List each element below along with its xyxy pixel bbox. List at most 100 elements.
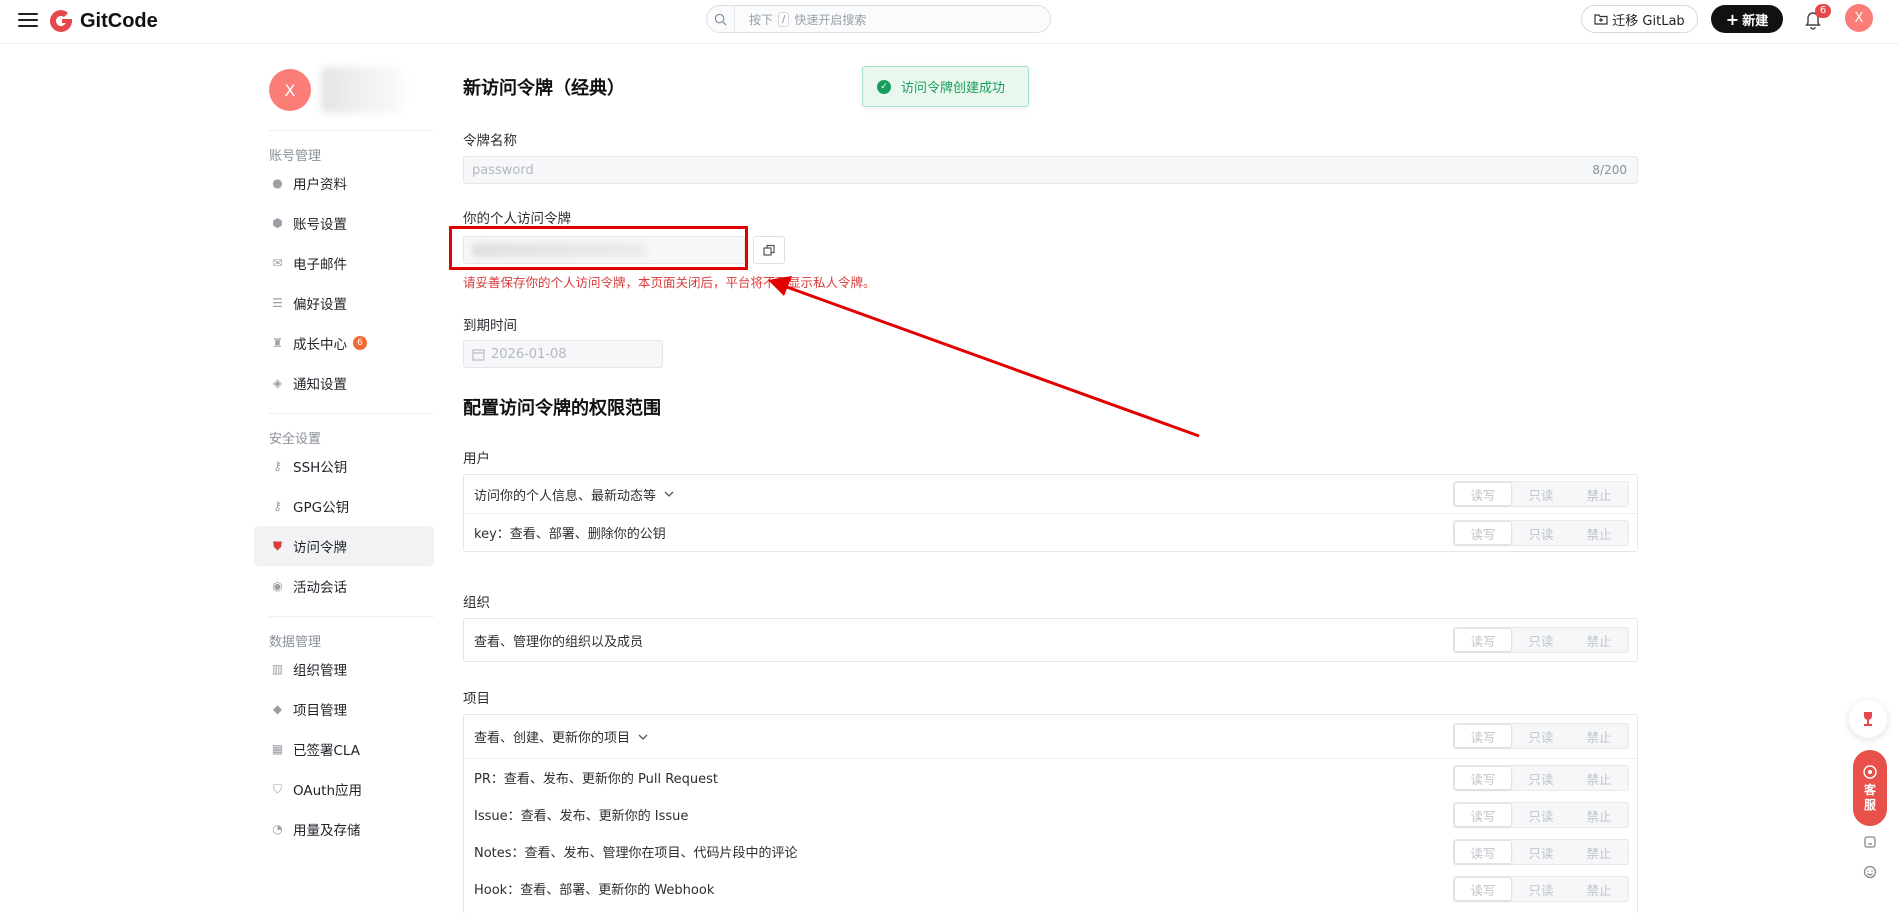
perm-read-only[interactable]: 只读 bbox=[1512, 482, 1570, 506]
token-warning-text: 请妥善保存你的个人访问令牌，本页面关闭后，平台将不再显示私人令牌。 bbox=[463, 275, 876, 290]
headset-icon bbox=[1863, 764, 1877, 779]
perm-read-only[interactable]: 只读 bbox=[1512, 724, 1570, 748]
perm-read-write[interactable]: 读写 bbox=[1454, 840, 1512, 864]
sidebar-item-label: GPG公钥 bbox=[293, 500, 350, 516]
annotation-highlight-box bbox=[449, 226, 748, 270]
cla-icon: ▦ bbox=[271, 742, 284, 756]
sidebar-item-projects[interactable]: ◆ 项目管理 bbox=[254, 689, 434, 729]
scope-row[interactable]: 访问你的个人信息、最新动态等 读写 只读 禁止 bbox=[464, 475, 1637, 513]
perm-read-write[interactable]: 读写 bbox=[1454, 521, 1512, 545]
token-name-input[interactable]: password 8/200 bbox=[463, 156, 1638, 184]
sidebar-item-label: 成长中心 bbox=[293, 337, 347, 353]
chevron-down-icon[interactable] bbox=[638, 732, 648, 742]
search-icon bbox=[707, 6, 735, 32]
user-avatar[interactable]: X bbox=[1845, 4, 1873, 32]
scope-row-label: PR：查看、发布、更新你的 Pull Request bbox=[474, 772, 719, 787]
scope-row-label: Issue：查看、发布、更新你的 Issue bbox=[474, 809, 689, 824]
sidebar-item-signed-cla[interactable]: ▦ 已签署CLA bbox=[254, 729, 434, 769]
gear-icon: ⬢ bbox=[272, 216, 283, 230]
service-label-1: 客 bbox=[1863, 782, 1876, 797]
sidebar-item-sessions[interactable]: ◉ 活动会话 bbox=[254, 566, 434, 606]
top-navigation-bar: GitCode 按下 / 快速开启搜索 迁移 GitLab + 新建 6 X bbox=[0, 0, 1899, 44]
perm-read-only[interactable]: 只读 bbox=[1512, 628, 1570, 652]
permission-selector: 读写 只读 禁止 bbox=[1453, 876, 1629, 902]
sidebar-item-profile[interactable]: ● 用户资料 bbox=[254, 163, 434, 203]
copy-token-button[interactable] bbox=[753, 236, 785, 264]
permission-selector: 读写 只读 禁止 bbox=[1453, 520, 1629, 546]
customer-service-button[interactable]: 客 服 bbox=[1853, 750, 1887, 826]
sidebar-item-oauth-apps[interactable]: ⛉ OAuth应用 bbox=[254, 769, 434, 809]
sidebar-item-label: 组织管理 bbox=[293, 663, 347, 679]
chevron-down-icon[interactable] bbox=[664, 489, 674, 499]
token-name-label: 令牌名称 bbox=[463, 133, 517, 149]
migrate-gitlab-button[interactable]: 迁移 GitLab bbox=[1581, 5, 1698, 33]
perm-read-only[interactable]: 只读 bbox=[1512, 840, 1570, 864]
sidebar-item-access-tokens[interactable]: ⛊ 访问令牌 bbox=[254, 526, 434, 566]
sidebar-item-label: 访问令牌 bbox=[293, 540, 347, 556]
sidebar-item-label: 用户资料 bbox=[293, 177, 347, 193]
perm-read-only[interactable]: 只读 bbox=[1512, 521, 1570, 545]
check-circle-icon: ✓ bbox=[877, 79, 891, 94]
pie-chart-icon: ◔ bbox=[272, 822, 283, 836]
perm-read-write[interactable]: 读写 bbox=[1454, 724, 1512, 748]
sidebar-item-growth[interactable]: ♜ 成长中心 6 bbox=[254, 323, 434, 363]
feedback-icon[interactable] bbox=[1858, 830, 1882, 854]
sidebar-item-preferences[interactable]: ☰ 偏好设置 bbox=[254, 283, 434, 323]
sidebar-item-label: 电子邮件 bbox=[293, 257, 347, 273]
smile-icon[interactable] bbox=[1858, 860, 1882, 884]
org-group-label: 组织 bbox=[463, 595, 490, 611]
search-placeholder: 按下 / 快速开启搜索 bbox=[749, 11, 866, 28]
perm-read-write[interactable]: 读写 bbox=[1454, 877, 1512, 901]
perm-forbid[interactable]: 禁止 bbox=[1570, 724, 1628, 748]
sidebar-item-label: 项目管理 bbox=[293, 703, 347, 719]
sidebar-item-label: 已签署CLA bbox=[293, 743, 360, 759]
permission-selector: 读写 只读 禁止 bbox=[1453, 839, 1629, 865]
perm-forbid[interactable]: 禁止 bbox=[1570, 628, 1628, 652]
perm-forbid[interactable]: 禁止 bbox=[1570, 521, 1628, 545]
perm-read-write[interactable]: 读写 bbox=[1454, 482, 1512, 506]
sidebar-item-notifications[interactable]: ◈ 通知设置 bbox=[254, 363, 434, 403]
sidebar-item-label: 账号设置 bbox=[293, 217, 347, 233]
gitcode-logo[interactable]: GitCode bbox=[48, 8, 158, 34]
perm-read-write[interactable]: 读写 bbox=[1454, 628, 1512, 652]
perm-forbid[interactable]: 禁止 bbox=[1570, 877, 1628, 901]
sidebar-avatar[interactable]: X bbox=[269, 69, 311, 111]
new-button[interactable]: + 新建 bbox=[1711, 5, 1783, 33]
perm-read-write[interactable]: 读写 bbox=[1454, 766, 1512, 790]
perm-read-only[interactable]: 只读 bbox=[1512, 803, 1570, 827]
security-section-title: 安全设置 bbox=[269, 432, 322, 447]
sidebar-item-organizations[interactable]: ▥ 组织管理 bbox=[254, 649, 434, 689]
sidebar-item-gpg-keys[interactable]: ⚷ GPG公钥 bbox=[254, 486, 434, 526]
sidebar-item-label: 通知设置 bbox=[293, 377, 347, 393]
search-suffix: 快速开启搜索 bbox=[794, 12, 867, 27]
menu-icon[interactable] bbox=[18, 10, 38, 30]
scope-row[interactable]: 查看、创建、更新你的项目 读写 只读 禁止 bbox=[464, 715, 1637, 758]
trophy-icon: ♜ bbox=[272, 336, 283, 350]
blurred-username bbox=[321, 67, 403, 113]
sidebar-item-account-settings[interactable]: ⬢ 账号设置 bbox=[254, 203, 434, 243]
scope-row-label: key：查看、部署、删除你的公钥 bbox=[474, 527, 666, 542]
sidebar-user: X bbox=[254, 60, 434, 120]
perm-read-only[interactable]: 只读 bbox=[1512, 766, 1570, 790]
building-icon: ▥ bbox=[271, 662, 284, 676]
scope-row-label: 访问你的个人信息、最新动态等 bbox=[474, 488, 657, 504]
perm-forbid[interactable]: 禁止 bbox=[1570, 766, 1628, 790]
sidebar-item-label: SSH公钥 bbox=[293, 460, 348, 476]
sidebar-item-usage-storage[interactable]: ◔ 用量及存储 bbox=[254, 809, 434, 849]
trophy-icon bbox=[1864, 712, 1872, 726]
search-prefix: 按下 bbox=[749, 12, 774, 27]
perm-forbid[interactable]: 禁止 bbox=[1570, 840, 1628, 864]
expire-date-value: 2026-01-08 bbox=[491, 346, 567, 362]
perm-read-write[interactable]: 读写 bbox=[1454, 803, 1512, 827]
floating-trophy-button[interactable] bbox=[1849, 700, 1887, 738]
sidebar-item-email[interactable]: ✉ 电子邮件 bbox=[254, 243, 434, 283]
perm-forbid[interactable]: 禁止 bbox=[1570, 803, 1628, 827]
search-shortcut-key: / bbox=[778, 11, 790, 27]
sidebar-item-ssh-keys[interactable]: ⚷ SSH公钥 bbox=[254, 446, 434, 486]
expire-date-input[interactable]: 2026-01-08 bbox=[463, 340, 663, 368]
sidebar-item-label: 活动会话 bbox=[293, 580, 347, 596]
search-bar[interactable]: 按下 / 快速开启搜索 bbox=[706, 5, 1051, 33]
perm-read-only[interactable]: 只读 bbox=[1512, 877, 1570, 901]
perm-forbid[interactable]: 禁止 bbox=[1570, 482, 1628, 506]
scope-title: 配置访问令牌的权限范围 bbox=[463, 398, 661, 419]
